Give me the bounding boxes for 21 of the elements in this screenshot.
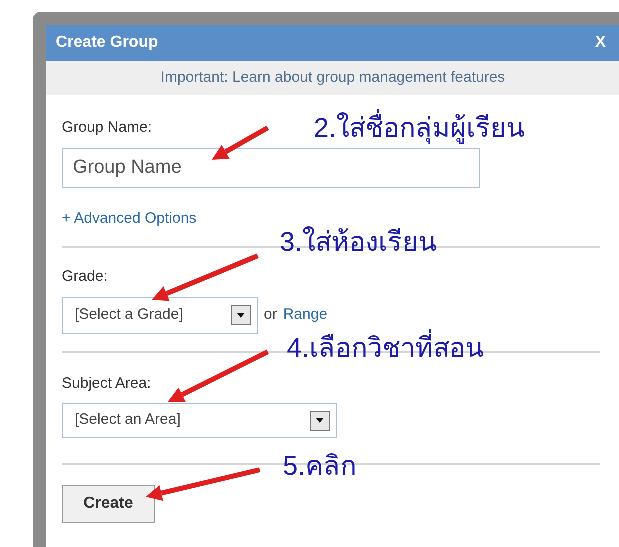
dropdown[interactable]: [Select a Grade]	[62, 296, 258, 334]
notice-link[interactable]: Important: Learn about group management features	[160, 66, 506, 90]
annotation-label: 4.เลือกวิชาที่สอน	[287, 330, 484, 366]
field-label: Group Name:	[62, 118, 152, 138]
range-link[interactable]: Range	[283, 304, 328, 326]
dropdown-value: [Select a Grade]	[75, 304, 184, 325]
window-title: Create Group	[56, 33, 158, 53]
dropdown-value: [Select an Area]	[75, 410, 181, 430]
close-button[interactable]: X	[595, 31, 606, 55]
group-name-field[interactable]: Group Name	[62, 148, 480, 188]
create-button[interactable]: Create	[62, 485, 155, 523]
dropdown[interactable]: [Select an Area]	[62, 403, 337, 438]
caret-icon	[310, 410, 330, 430]
or-text: or	[264, 304, 278, 325]
caret-icon	[231, 305, 251, 325]
annotation-label: 2.ใส่ชื่อกลุ่มผู้เรียน	[314, 110, 525, 146]
field-label: Subject Area:	[62, 374, 152, 394]
annotation-label: 5.คลิก	[283, 450, 357, 483]
field-label: Grade:	[62, 267, 108, 287]
advanced-options-link[interactable]: + Advanced Options	[62, 208, 197, 230]
annotation-label: 3.ใส่ห้องเรียน	[280, 226, 437, 259]
